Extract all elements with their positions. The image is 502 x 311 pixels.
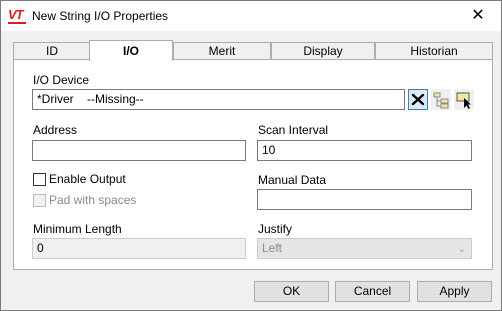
app-logo-icon: VT (8, 7, 26, 24)
ok-button[interactable]: OK (254, 281, 329, 302)
tab-historian[interactable]: Historian (375, 42, 493, 59)
select-device-button[interactable] (454, 89, 474, 110)
scan-interval-label: Scan Interval (258, 123, 329, 137)
tab-io[interactable]: I/O (89, 40, 173, 61)
manual-data-label: Manual Data (258, 173, 327, 187)
browse-tree-button[interactable] (431, 89, 451, 110)
clear-device-button[interactable] (408, 89, 428, 110)
justify-value: Left (262, 241, 283, 255)
io-device-label: I/O Device (33, 73, 90, 87)
clear-icon (411, 93, 425, 106)
pad-with-spaces-checkbox (33, 194, 46, 207)
tab-display[interactable]: Display (271, 42, 375, 59)
address-label: Address (33, 123, 78, 137)
enable-output-label: Enable Output (49, 172, 126, 186)
io-device-field[interactable]: *Driver --Missing-- (32, 89, 405, 110)
enable-output-checkbox[interactable] (33, 173, 46, 186)
title-bar[interactable]: VT New String I/O Properties ✕ (1, 1, 501, 31)
properties-dialog: VT New String I/O Properties ✕ ID I/O Me… (0, 0, 502, 311)
tab-strip: ID I/O Merit Display Historian (13, 40, 493, 61)
address-field[interactable] (32, 140, 246, 161)
minimum-length-field: 0 (32, 238, 246, 259)
chevron-down-icon: ⌄ (457, 244, 466, 255)
manual-data-field[interactable] (257, 189, 472, 210)
close-button[interactable]: ✕ (455, 1, 501, 31)
justify-select: Left ⌄ (257, 238, 472, 259)
window-title: New String I/O Properties (32, 9, 169, 23)
scan-interval-field[interactable]: 10 (257, 140, 472, 161)
minimum-length-label: Minimum Length (33, 222, 122, 236)
justify-label: Justify (258, 222, 293, 236)
select-device-icon (456, 92, 471, 109)
tab-id[interactable]: ID (13, 42, 91, 59)
cancel-button[interactable]: Cancel (335, 281, 410, 302)
tab-merit[interactable]: Merit (173, 42, 271, 59)
tree-browse-icon (433, 92, 449, 109)
pad-with-spaces-label: Pad with spaces (49, 193, 137, 207)
apply-button[interactable]: Apply (417, 281, 492, 302)
